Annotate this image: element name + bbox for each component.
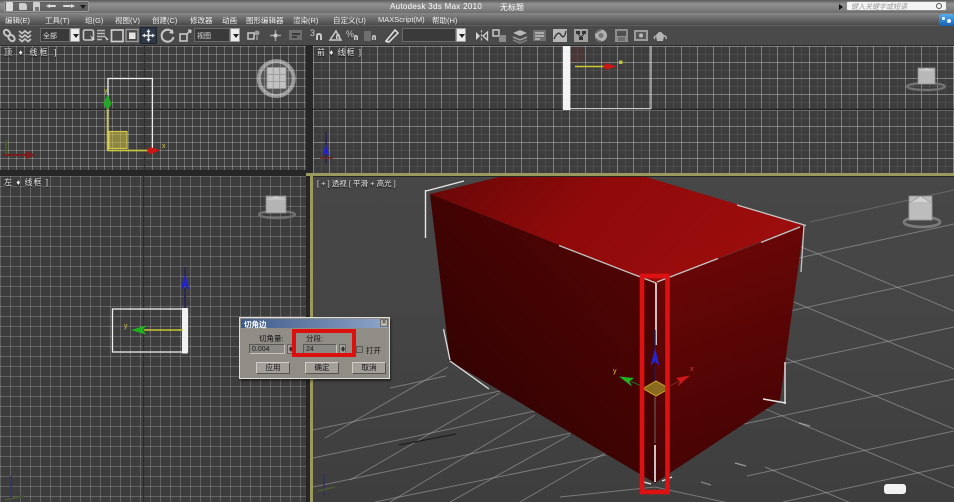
- svg-text:y: y: [124, 323, 128, 330]
- svg-text:%: %: [346, 29, 354, 39]
- svg-text:3: 3: [310, 28, 315, 38]
- svg-text:y: y: [613, 368, 617, 375]
- svg-text:x: x: [690, 366, 694, 373]
- svg-text:x: x: [162, 143, 166, 150]
- svg-text:y: y: [104, 88, 108, 95]
